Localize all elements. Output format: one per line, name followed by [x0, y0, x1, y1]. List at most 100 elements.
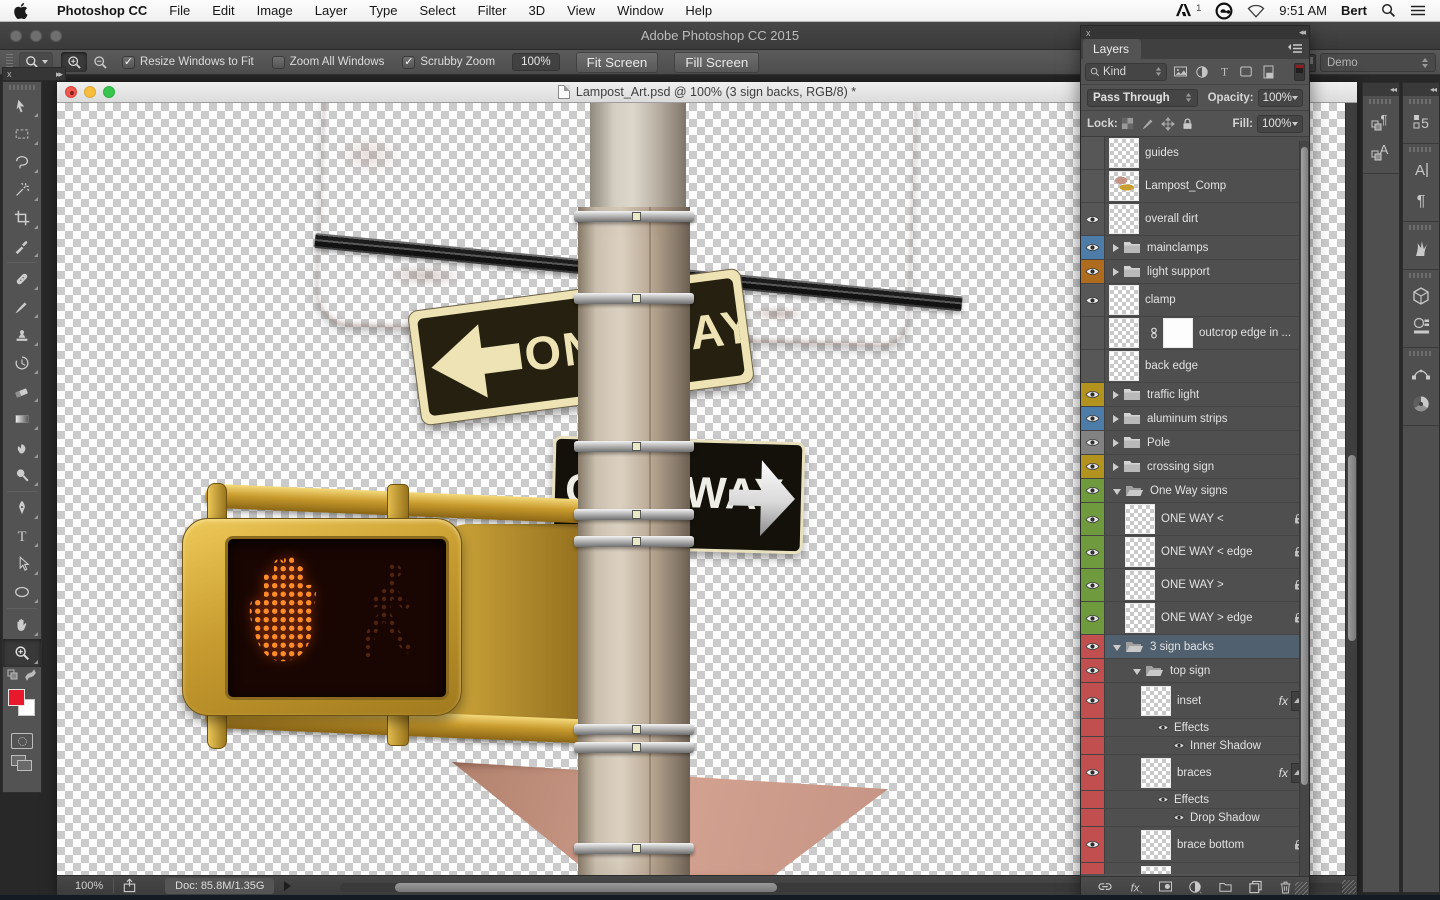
layer-row-body[interactable]: Drop Shadow: [1105, 809, 1309, 826]
layer-row-body[interactable]: Effects: [1105, 719, 1309, 736]
menubar-clock[interactable]: 9:51 AM: [1279, 3, 1327, 18]
dodge-tool[interactable]: [3, 461, 41, 489]
layer-row[interactable]: guides: [1081, 137, 1309, 170]
paths-icon[interactable]: [1403, 359, 1439, 389]
marquee-tool[interactable]: [3, 120, 41, 148]
layer-thumbnail[interactable]: [1125, 603, 1155, 633]
wifi-icon[interactable]: [1247, 4, 1265, 18]
menubar-user[interactable]: Bert: [1341, 3, 1367, 18]
menu-item-file[interactable]: File: [158, 3, 201, 18]
layer-row[interactable]: ONE WAY <: [1081, 503, 1309, 536]
layer-row-body[interactable]: crossing sign: [1105, 455, 1309, 478]
layer-row-body[interactable]: brace bottom: [1105, 827, 1309, 862]
window-controls[interactable]: [10, 30, 62, 42]
checkbox-icon[interactable]: [272, 56, 285, 69]
group-expand-icon[interactable]: [1113, 244, 1119, 252]
threed-materials-icon[interactable]: [1403, 311, 1439, 341]
layer-visibility-toggle[interactable]: [1081, 503, 1105, 535]
layer-visibility-toggle[interactable]: [1081, 260, 1105, 283]
layer-visibility-toggle[interactable]: [1081, 317, 1105, 349]
group-icon[interactable]: [1215, 878, 1235, 896]
panel-grip[interactable]: [1409, 99, 1433, 104]
menu-item-photoshop-cc[interactable]: Photoshop CC: [46, 3, 158, 18]
eyedropper-tool[interactable]: [3, 232, 41, 260]
layer-row[interactable]: traffic light: [1081, 383, 1309, 407]
group-expand-icon[interactable]: [1113, 391, 1119, 399]
menu-item-help[interactable]: Help: [674, 3, 723, 18]
trash-icon[interactable]: [1275, 878, 1295, 896]
layers-collapse-icon[interactable]: ◂◂: [1299, 27, 1309, 38]
layer-row-body[interactable]: traffic light: [1105, 383, 1309, 406]
layer-row-body[interactable]: ONE WAY >: [1105, 569, 1309, 601]
apple-menu-icon[interactable]: [14, 3, 28, 19]
close-window-icon[interactable]: [10, 30, 22, 42]
layer-row-body[interactable]: 3 sign backs: [1105, 635, 1309, 658]
layer-thumbnail[interactable]: [1141, 758, 1171, 788]
color-wheel-icon[interactable]: [1403, 389, 1439, 419]
menu-item-edit[interactable]: Edit: [201, 3, 245, 18]
layer-row-body[interactable]: Effects: [1105, 791, 1309, 808]
layer-row[interactable]: ONE WAY > edge: [1081, 602, 1309, 635]
layer-visibility-toggle[interactable]: [1081, 536, 1105, 568]
character-panel-icon[interactable]: A: [1403, 155, 1439, 185]
screen-mode-button[interactable]: [11, 755, 33, 771]
tools-panel-header[interactable]: x ▸▸: [2, 67, 66, 81]
layers-scrollbar[interactable]: [1299, 141, 1309, 878]
layer-row[interactable]: mainclamps: [1081, 236, 1309, 260]
layer-row-body[interactable]: Pole: [1105, 431, 1309, 454]
new-layer-icon[interactable]: [1245, 878, 1265, 896]
layer-visibility-toggle[interactable]: [1081, 236, 1105, 259]
layer-row[interactable]: aluminum strips: [1081, 407, 1309, 431]
layer-visibility-toggle[interactable]: [1081, 827, 1105, 862]
checkbox-resize-windows-to-fit[interactable]: ✓Resize Windows to Fit: [122, 56, 254, 69]
layer-mask-thumbnail[interactable]: [1163, 318, 1193, 348]
layer-row-body[interactable]: clamp: [1105, 284, 1309, 316]
layer-row-body[interactable]: mainclamps: [1105, 236, 1309, 259]
tools-close-icon[interactable]: x: [3, 69, 12, 79]
group-expand-icon[interactable]: [1113, 439, 1119, 447]
layer-row[interactable]: Drop Shadow: [1081, 809, 1309, 827]
group-expand-icon[interactable]: [1113, 415, 1119, 423]
doc-minimize-icon[interactable]: [84, 86, 96, 98]
layer-visibility-toggle[interactable]: [1081, 659, 1105, 682]
effects-visibility-icon[interactable]: [1157, 723, 1169, 732]
panel-grip[interactable]: [1409, 225, 1433, 230]
type-filter-icon[interactable]: T: [1213, 63, 1235, 81]
ellipse-tool[interactable]: [3, 578, 41, 606]
layer-row[interactable]: clamp: [1081, 284, 1309, 317]
gradient-tool[interactable]: [3, 405, 41, 433]
layer-thumbnail[interactable]: [1141, 686, 1171, 716]
blend-mode-select[interactable]: Pass Through: [1087, 89, 1198, 107]
layer-thumbnail[interactable]: [1109, 351, 1139, 381]
layer-row-body[interactable]: outcrop edge in ...: [1105, 317, 1309, 349]
layer-visibility-toggle[interactable]: [1081, 683, 1105, 718]
layers-panel-header[interactable]: x ◂◂: [1081, 26, 1309, 39]
crop-tool[interactable]: [3, 204, 41, 232]
menu-item-window[interactable]: Window: [606, 3, 674, 18]
layer-visibility-toggle[interactable]: [1081, 284, 1105, 316]
layer-visibility-toggle[interactable]: [1081, 170, 1105, 202]
adobe-app-icon[interactable]: [1175, 3, 1192, 18]
group-expand-icon[interactable]: [1133, 669, 1141, 675]
layer-thumbnail[interactable]: [1109, 171, 1139, 201]
doc-size-indicator[interactable]: Doc: 85.8M/1.35G: [165, 878, 274, 894]
layer-row[interactable]: insetfx: [1081, 683, 1309, 719]
panel-grip[interactable]: [1409, 147, 1433, 152]
status-zoom-field[interactable]: 100%: [57, 880, 113, 892]
type-tool[interactable]: T: [3, 522, 41, 550]
menu-item-type[interactable]: Type: [358, 3, 408, 18]
layer-visibility-toggle[interactable]: [1081, 383, 1105, 406]
layer-row[interactable]: ONE WAY < edge: [1081, 536, 1309, 569]
tools-collapse-icon[interactable]: ▸▸: [56, 69, 65, 80]
layer-visibility-toggle[interactable]: [1081, 719, 1105, 736]
layers-scroll-thumb[interactable]: [1301, 147, 1308, 785]
layer-row-body[interactable]: insetfx: [1105, 683, 1309, 718]
spotlight-search-icon[interactable]: [1381, 3, 1396, 18]
effects-visibility-icon[interactable]: [1157, 795, 1169, 804]
smudge-tool[interactable]: [3, 433, 41, 461]
layer-row[interactable]: outcrop edge in ...: [1081, 317, 1309, 350]
clone-stamp-tool[interactable]: [3, 321, 41, 349]
layer-row[interactable]: Inner Shadow: [1081, 737, 1309, 755]
layers-close-icon[interactable]: x: [1081, 28, 1091, 38]
layer-row[interactable]: [1081, 863, 1309, 874]
